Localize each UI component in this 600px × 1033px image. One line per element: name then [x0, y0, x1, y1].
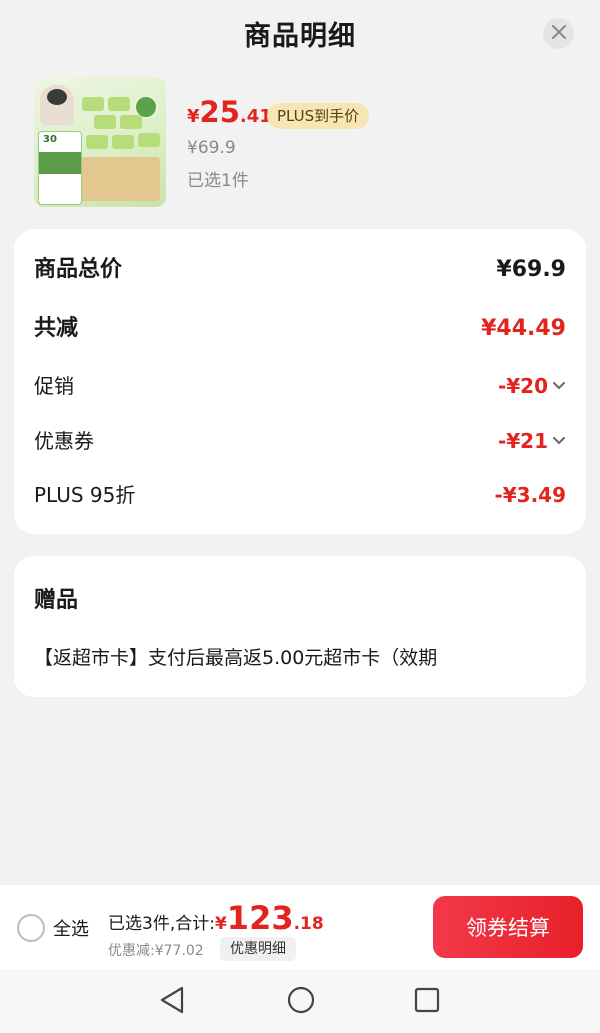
total-reduction-label: 共减 — [34, 316, 79, 341]
price-breakdown-card: 商品总价 ¥69.9 共减 ¥44.49 促销 -¥20 优惠券 -¥21 PL… — [14, 229, 586, 534]
total-integer: 123 — [226, 899, 294, 937]
gift-description: 【返超市卡】支付后最高返5.00元超市卡（效期 — [34, 647, 438, 669]
plus-price-tag: PLUS到手价 — [267, 103, 370, 129]
product-image-number: 30 — [43, 134, 57, 145]
coupon-value-wrap: -¥21 — [498, 425, 566, 457]
promotion-value-wrap: -¥20 — [498, 370, 566, 402]
page-title: 商品明细 — [244, 21, 356, 52]
total-price-value: ¥69.9 — [496, 257, 566, 282]
promotion-label: 促销 — [34, 374, 74, 398]
promotion-value: -¥20 — [497, 374, 548, 398]
product-image-roll — [138, 133, 160, 147]
plus-discount-row: PLUS 95折 -¥3.49 — [34, 479, 566, 511]
product-image-roll — [108, 97, 130, 111]
total-price-row: 商品总价 ¥69.9 — [34, 254, 566, 286]
product-image-box — [80, 157, 160, 201]
plus-discount-value: -¥3.49 — [494, 483, 566, 507]
product-image-roll — [120, 115, 142, 129]
modal-header: 商品明细 — [0, 0, 600, 66]
nav-home-icon[interactable] — [286, 985, 316, 1019]
original-price: ¥69.9 — [187, 138, 236, 158]
coupon-label: 优惠券 — [34, 429, 94, 453]
product-image-roll — [86, 135, 108, 149]
coupon-value: -¥21 — [497, 429, 548, 453]
plus-discount-label: PLUS 95折 — [34, 483, 136, 507]
total-reduction-row: 共减 ¥44.49 — [34, 313, 566, 345]
product-image-person — [40, 85, 74, 125]
promotion-row[interactable]: 促销 -¥20 — [34, 370, 566, 402]
select-all-label[interactable]: 全选 — [53, 915, 89, 941]
selected-count: 已选1件 — [187, 171, 249, 191]
total-reduction-value: ¥44.49 — [481, 316, 566, 341]
close-icon — [551, 24, 566, 43]
coupon-row[interactable]: 优惠券 -¥21 — [34, 425, 566, 457]
select-all-radio[interactable] — [17, 914, 45, 942]
discount-detail-button[interactable]: 优惠明细 — [220, 937, 296, 961]
gift-title: 赠品 — [34, 588, 79, 613]
total-decimal: .18 — [293, 914, 324, 934]
nav-back-icon[interactable] — [158, 985, 186, 1019]
price-integer: 25 — [199, 95, 240, 129]
chevron-down-icon[interactable] — [552, 381, 566, 391]
product-image-tag: 30 — [38, 131, 82, 205]
total-price-label: 商品总价 — [34, 257, 123, 282]
product-image-roll — [112, 135, 134, 149]
product-image-roll — [82, 97, 104, 111]
checkout-button[interactable]: 领券结算 — [433, 896, 583, 958]
summary-text: 已选3件,合计: — [108, 914, 215, 934]
gift-card: 赠品 【返超市卡】支付后最高返5.00元超市卡（效期 — [14, 556, 586, 697]
discount-text: 优惠减:¥77.02 — [108, 943, 204, 959]
close-button[interactable] — [543, 18, 574, 49]
total-symbol: ¥ — [214, 914, 227, 934]
chevron-down-icon[interactable] — [552, 436, 566, 446]
product-image[interactable]: 30 — [34, 77, 166, 207]
product-price: ¥ 25 .41 — [187, 95, 280, 135]
price-symbol: ¥ — [187, 106, 200, 127]
order-summary: 已选3件,合计: ¥ 123 .18 — [108, 899, 324, 937]
product-image-roll — [94, 115, 116, 129]
nav-recent-icon[interactable] — [414, 987, 440, 1017]
